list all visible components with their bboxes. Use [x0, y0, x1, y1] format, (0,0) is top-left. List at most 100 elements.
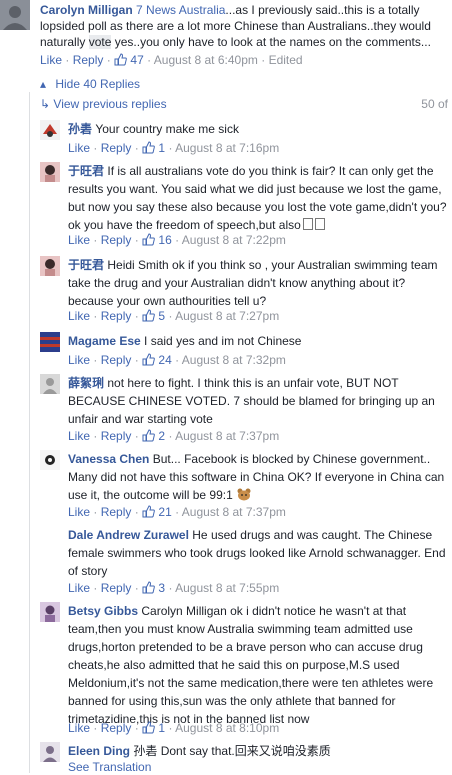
timestamp[interactable]: August 8 at 7:22pm: [182, 233, 286, 247]
avatar-image-icon: [40, 602, 60, 622]
reply-author[interactable]: 薛絮琍: [68, 376, 104, 390]
comment-actions: Like · Reply · 47 · August 8 at 6:40pm ·…: [40, 53, 303, 67]
like-count[interactable]: 5: [158, 309, 165, 323]
timestamp[interactable]: August 8 at 7:27pm: [175, 309, 279, 323]
timestamp[interactable]: August 8 at 7:37pm: [182, 505, 286, 519]
avatar[interactable]: [40, 602, 60, 622]
reply-author[interactable]: Betsy Gibbs: [68, 604, 138, 618]
caret-up-icon: ▴: [40, 77, 47, 91]
hide-replies-link[interactable]: ▴ Hide 40 Replies: [40, 76, 140, 92]
avatar-image-icon: [40, 742, 60, 762]
thumbs-up-icon: [114, 53, 127, 66]
reply-link[interactable]: Reply: [101, 233, 132, 247]
like-link[interactable]: Like: [68, 505, 90, 519]
like-link[interactable]: Like: [68, 581, 90, 595]
reply-actions: Like · Reply · 24 · August 8 at 7:32pm: [68, 353, 286, 367]
reply-text: 孙砉 Your country make me sick: [68, 120, 452, 138]
reply-link[interactable]: Reply: [101, 141, 132, 155]
view-previous-link[interactable]: View previous replies: [53, 97, 166, 111]
reply-text: 于旺君 If is all australians vote do you th…: [68, 162, 452, 234]
missing-glyph-icon: [302, 218, 313, 230]
reply-body: 孙砉 Dont say that.回来又说咱没素质: [133, 744, 331, 758]
reply-text: 于旺君 Heidi Smith ok if you think so , you…: [68, 256, 452, 310]
timestamp[interactable]: August 8 at 7:16pm: [175, 141, 279, 155]
reply-body: not here to fight. I think this is an un…: [68, 376, 435, 426]
avatar[interactable]: [40, 374, 60, 394]
like-link[interactable]: Like: [68, 721, 90, 735]
reply-author[interactable]: 孙砉: [68, 122, 92, 136]
comment-tag[interactable]: 7 News Australia: [136, 3, 225, 17]
like-count[interactable]: 3: [158, 581, 165, 595]
reply-actions: Like · Reply · 1 · August 8 at 8:10pm: [68, 721, 280, 735]
avatar[interactable]: [40, 332, 60, 352]
reply-author[interactable]: Vanessa Chen: [68, 452, 149, 466]
like-link[interactable]: Like: [68, 233, 90, 247]
comment-text: Carolyn Milligan 7 News Australia...as I…: [40, 2, 448, 50]
like-count[interactable]: 21: [158, 505, 171, 519]
like-count[interactable]: 24: [158, 353, 171, 367]
comment-highlight: vote: [88, 35, 112, 49]
avatar-image-icon: [40, 120, 60, 140]
see-translation-link[interactable]: See Translation: [68, 760, 151, 774]
like-count[interactable]: 1: [158, 141, 165, 155]
avatar[interactable]: [40, 742, 60, 762]
reply-author[interactable]: 于旺君: [68, 258, 104, 272]
avatar[interactable]: [40, 450, 60, 470]
like-count[interactable]: 1: [158, 721, 165, 735]
reply-body: I said yes and im not Chinese: [144, 334, 302, 348]
reply-author[interactable]: Eleen Ding: [68, 744, 130, 758]
avatar[interactable]: [40, 256, 60, 276]
view-previous-row: ↳ View previous replies 50 of 7: [40, 96, 452, 112]
reply-actions: Like · Reply · 3 · August 8 at 7:55pm: [68, 581, 280, 595]
reply-arrow-icon: ↳: [40, 97, 51, 111]
like-count[interactable]: 47: [130, 53, 143, 67]
like-link[interactable]: Like: [68, 309, 90, 323]
like-link[interactable]: Like: [68, 353, 90, 367]
reply-body: Carolyn Milligan ok i didn't notice he w…: [68, 604, 434, 726]
timestamp[interactable]: August 8 at 7:37pm: [175, 429, 279, 443]
timestamp[interactable]: August 8 at 7:32pm: [182, 353, 286, 367]
reply-link[interactable]: Reply: [101, 505, 132, 519]
bear-emoji-icon: [237, 488, 251, 501]
missing-glyph-icon: [314, 218, 325, 230]
avatar[interactable]: [0, 0, 30, 30]
reply-actions: Like · Reply · 5 · August 8 at 7:27pm: [68, 309, 280, 323]
edited-label[interactable]: Edited: [269, 53, 303, 67]
like-count[interactable]: 2: [158, 429, 165, 443]
thumbs-up-icon: [142, 141, 155, 154]
reply-actions: Like · Reply · 2 · August 8 at 7:37pm: [68, 429, 280, 443]
avatar-image-icon: [40, 450, 60, 470]
timestamp[interactable]: August 8 at 7:55pm: [175, 581, 279, 595]
reply-link[interactable]: Reply: [101, 309, 132, 323]
reply-link[interactable]: Reply: [101, 581, 132, 595]
reply-actions: Like · Reply · 16 · August 8 at 7:22pm: [68, 233, 286, 247]
reply-text: Dale Andrew Zurawel He used drugs and wa…: [68, 526, 452, 580]
avatar-image-icon: [40, 332, 60, 352]
reply-link[interactable]: Reply: [73, 53, 104, 67]
avatar-image-icon: [0, 0, 30, 30]
like-link[interactable]: Like: [40, 53, 62, 67]
thumbs-up-icon: [142, 505, 155, 518]
reply-body: Heidi Smith ok if you think so , your Au…: [68, 258, 438, 308]
thread-line: [29, 92, 30, 773]
reply-author[interactable]: 于旺君: [68, 164, 104, 178]
reply-author[interactable]: Dale Andrew Zurawel: [68, 528, 189, 542]
reply-text: 薛絮琍 not here to fight. I think this is a…: [68, 374, 452, 428]
reply-author[interactable]: Magame Ese: [68, 334, 141, 348]
top-comment: Carolyn Milligan 7 News Australia...as I…: [0, 0, 452, 70]
reply-link[interactable]: Reply: [101, 429, 132, 443]
like-link[interactable]: Like: [68, 429, 90, 443]
reply-link[interactable]: Reply: [101, 721, 132, 735]
timestamp[interactable]: August 8 at 6:40pm: [154, 53, 258, 67]
like-count[interactable]: 16: [158, 233, 171, 247]
like-link[interactable]: Like: [68, 141, 90, 155]
timestamp[interactable]: August 8 at 8:10pm: [175, 721, 279, 735]
avatar[interactable]: [40, 162, 60, 182]
reply-body: Your country make me sick: [95, 122, 239, 136]
avatar[interactable]: [40, 120, 60, 140]
reply-actions: Like · Reply · 1 · August 8 at 7:16pm: [68, 141, 280, 155]
comment-author[interactable]: Carolyn Milligan: [40, 3, 133, 17]
avatar-image-icon: [40, 374, 60, 394]
reply-link[interactable]: Reply: [101, 353, 132, 367]
reply-count: 50 of 7: [421, 97, 452, 111]
